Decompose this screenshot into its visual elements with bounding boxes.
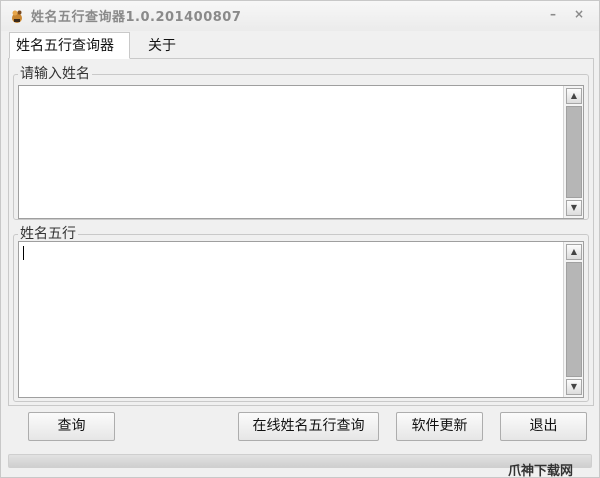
scroll-up-icon[interactable]: ▲ bbox=[566, 88, 582, 104]
exit-button[interactable]: 退出 bbox=[500, 412, 587, 441]
app-icon bbox=[12, 10, 22, 23]
scroll-thumb[interactable] bbox=[566, 262, 582, 377]
name-input-group-title: 请输入姓名 bbox=[18, 65, 92, 83]
online-query-button[interactable]: 在线姓名五行查询 bbox=[238, 412, 379, 441]
query-button[interactable]: 查询 bbox=[28, 412, 115, 441]
result-output-field[interactable]: ▲ ▼ bbox=[18, 241, 584, 398]
window-title: 姓名五行查询器1.0.201400807 bbox=[31, 10, 242, 25]
watermark-logo: 爪神下载网 bbox=[508, 464, 574, 478]
result-scrollbar[interactable]: ▲ ▼ bbox=[563, 242, 583, 397]
software-update-button[interactable]: 软件更新 bbox=[396, 412, 483, 441]
text-caret bbox=[23, 246, 24, 260]
title-bar[interactable]: 姓名五行查询器1.0.201400807 – × bbox=[1, 1, 599, 31]
scroll-thumb[interactable] bbox=[566, 106, 582, 198]
tab-about[interactable]: 关于 bbox=[141, 32, 185, 59]
scroll-up-icon[interactable]: ▲ bbox=[566, 244, 582, 260]
tab-panel: 请输入姓名 ▲ ▼ 姓名五行 ▲ ▼ bbox=[8, 58, 594, 406]
scroll-down-icon[interactable]: ▼ bbox=[566, 200, 582, 216]
close-icon[interactable]: × bbox=[571, 6, 587, 22]
result-group: 姓名五行 ▲ ▼ bbox=[13, 225, 589, 402]
status-bar bbox=[8, 454, 592, 468]
name-input-scrollbar[interactable]: ▲ ▼ bbox=[563, 86, 583, 218]
tab-name-wuxing-query[interactable]: 姓名五行查询器 bbox=[9, 32, 130, 59]
name-input-group: 请输入姓名 ▲ ▼ bbox=[13, 65, 589, 220]
minimize-icon[interactable]: – bbox=[545, 6, 561, 22]
app-window: 姓名五行查询器1.0.201400807 – × 姓名五行查询器 关于 请输入姓… bbox=[0, 0, 600, 478]
scroll-down-icon[interactable]: ▼ bbox=[566, 379, 582, 395]
name-input-field[interactable]: ▲ ▼ bbox=[18, 85, 584, 219]
